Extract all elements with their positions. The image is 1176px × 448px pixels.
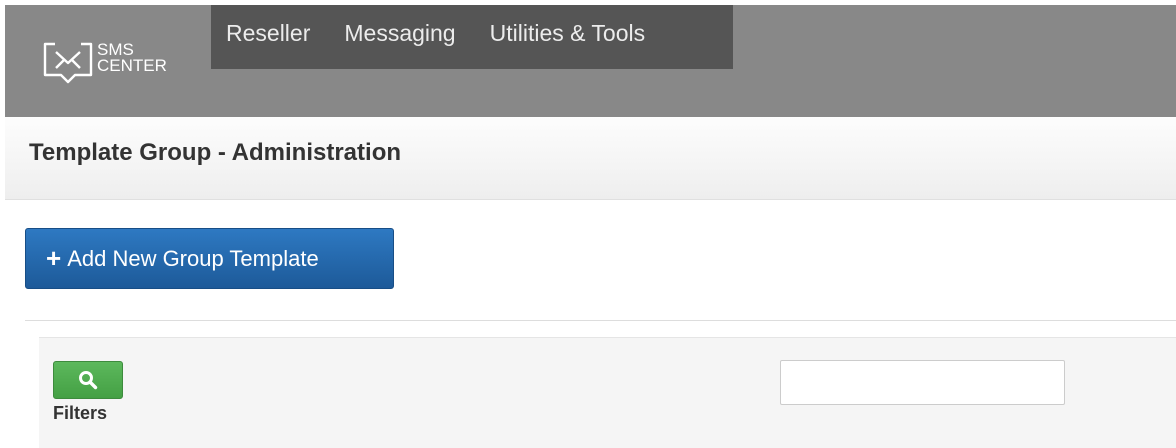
add-button-label: Add New Group Template [67, 245, 319, 271]
top-navbar: SMS CENTER Reseller Messaging Utilities … [5, 5, 1176, 117]
page-header: Template Group - Administration [5, 117, 1176, 200]
menu-item-messaging[interactable]: Messaging [344, 5, 455, 47]
search-icon [79, 371, 98, 390]
main-menu: Reseller Messaging Utilities & Tools [211, 5, 733, 69]
filter-search-input[interactable] [780, 360, 1065, 405]
plus-icon: + [46, 242, 62, 273]
message-envelope-icon [43, 42, 93, 84]
search-button[interactable] [53, 361, 123, 399]
sms-center-logo[interactable]: SMS CENTER [41, 38, 191, 90]
menu-item-reseller[interactable]: Reseller [226, 5, 310, 47]
menu-item-utilities-tools[interactable]: Utilities & Tools [490, 5, 646, 47]
filters-label: Filters [53, 403, 108, 423]
section-divider [25, 320, 1176, 321]
logo-text: SMS CENTER [97, 41, 167, 75]
add-new-group-template-button[interactable]: + Add New Group Template [25, 228, 394, 289]
logo-text-line2: CENTER [97, 56, 167, 75]
filter-panel: Filters [39, 337, 1176, 448]
page-title: Template Group - Administration [29, 139, 402, 166]
